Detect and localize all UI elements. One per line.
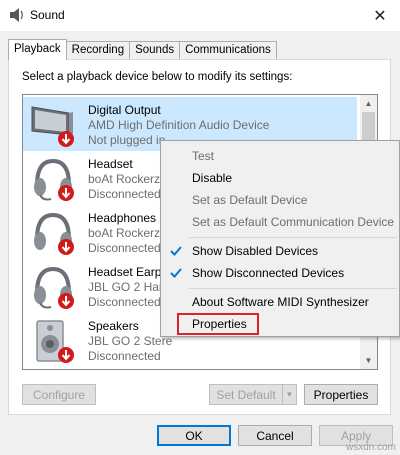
device-name: Headphones bbox=[88, 211, 157, 225]
headset-icon bbox=[34, 158, 74, 201]
scroll-thumb[interactable] bbox=[362, 112, 375, 142]
close-icon: ✕ bbox=[373, 7, 387, 25]
cancel-button[interactable]: Cancel bbox=[238, 425, 312, 446]
configure-button[interactable]: Configure bbox=[22, 384, 96, 405]
device-subtitle: boAt Rockerz bbox=[88, 226, 161, 240]
device-name: Headset Earp bbox=[88, 265, 162, 279]
menu-item-disable[interactable]: Disable bbox=[161, 167, 399, 189]
menu-item-set-default-communication[interactable]: Set as Default Communication Device bbox=[161, 211, 399, 233]
menu-item-set-default[interactable]: Set as Default Device bbox=[161, 189, 399, 211]
menu-label: Set as Default Communication Device bbox=[192, 215, 395, 229]
menu-item-test[interactable]: Test bbox=[161, 145, 399, 167]
tab-strip: Playback Recording Sounds Communications bbox=[8, 39, 277, 60]
menu-label: About Software MIDI Synthesizer bbox=[192, 295, 369, 309]
speaker-icon bbox=[10, 8, 23, 22]
device-subtitle: AMD High Definition Audio Device bbox=[88, 118, 270, 132]
checkmark-icon bbox=[170, 268, 182, 278]
menu-label: Show Disabled Devices bbox=[192, 244, 319, 258]
highlight-annotation bbox=[177, 313, 259, 335]
device-name: Speakers bbox=[88, 319, 139, 333]
menu-item-about-midi[interactable]: About Software MIDI Synthesizer bbox=[161, 291, 399, 313]
speaker-icon bbox=[36, 320, 74, 363]
checkmark-icon bbox=[170, 246, 182, 256]
device-name: Headset bbox=[88, 157, 133, 171]
menu-item-show-disconnected[interactable]: Show Disconnected Devices bbox=[161, 262, 399, 284]
device-subtitle: JBL GO 2 Han bbox=[88, 280, 166, 294]
context-menu: Test Disable Set as Default Device Set a… bbox=[160, 140, 400, 337]
title-bar: Sound ✕ bbox=[0, 0, 400, 31]
menu-separator bbox=[189, 288, 397, 289]
set-default-button[interactable]: Set Default bbox=[209, 384, 283, 405]
menu-separator bbox=[189, 237, 397, 238]
tab-playback[interactable]: Playback bbox=[8, 39, 67, 60]
chevron-down-icon: ▼ bbox=[285, 390, 294, 399]
monitor-icon bbox=[31, 106, 74, 147]
menu-label: Disable bbox=[192, 171, 233, 185]
menu-label: Set as Default Device bbox=[192, 193, 308, 207]
device-status: Disconnected bbox=[88, 187, 161, 201]
device-subtitle: boAt Rockerz bbox=[88, 172, 161, 186]
device-status: Not plugged in bbox=[88, 133, 166, 147]
window-title: Sound bbox=[30, 8, 65, 22]
menu-label: Show Disconnected Devices bbox=[192, 266, 345, 280]
tab-communications[interactable]: Communications bbox=[179, 41, 277, 60]
watermark: wsxdn.com bbox=[345, 442, 396, 453]
scroll-down-icon[interactable]: ▼ bbox=[360, 352, 377, 369]
instruction-text: Select a playback device below to modify… bbox=[22, 71, 293, 83]
tab-recording[interactable]: Recording bbox=[65, 41, 131, 60]
menu-item-show-disabled[interactable]: Show Disabled Devices bbox=[161, 240, 399, 262]
device-status: Disconnected bbox=[88, 349, 161, 363]
scroll-up-icon[interactable]: ▲ bbox=[360, 95, 377, 112]
headphones-icon bbox=[34, 212, 74, 255]
ok-button[interactable]: OK bbox=[157, 425, 231, 446]
device-name: Digital Output bbox=[88, 103, 161, 117]
device-status: Disconnected bbox=[88, 241, 161, 255]
set-default-dropdown[interactable]: ▼ bbox=[282, 384, 297, 405]
device-status: Disconnected bbox=[88, 295, 161, 309]
headset-icon bbox=[34, 266, 74, 309]
menu-label: Test bbox=[192, 149, 215, 163]
close-button[interactable]: ✕ bbox=[360, 0, 400, 31]
tab-sounds[interactable]: Sounds bbox=[129, 41, 181, 60]
properties-button[interactable]: Properties bbox=[304, 384, 378, 405]
